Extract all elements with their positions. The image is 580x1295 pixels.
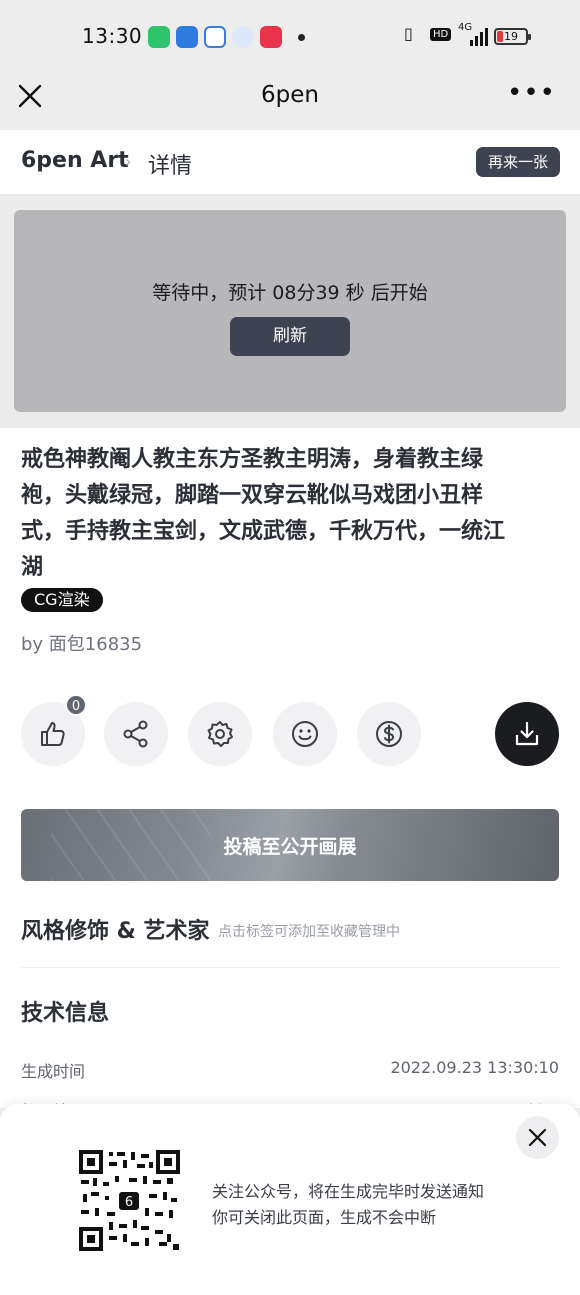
tech-info-title: 技术信息 bbox=[21, 1001, 110, 1026]
breadcrumb-current: 详情 bbox=[148, 154, 193, 179]
author-text[interactable]: by 面包16835 bbox=[21, 630, 142, 656]
created-time-label: 生成时间 bbox=[21, 1062, 86, 1081]
status-bar: 13:30 ▯ HD 4G 19 bbox=[0, 0, 580, 70]
download-icon bbox=[515, 721, 539, 746]
tip-button[interactable] bbox=[357, 702, 421, 766]
breadcrumb: 6pen Art › 详情 再来一张 bbox=[0, 130, 580, 194]
created-time-value: 2022.09.23 13:30:10 bbox=[390, 1058, 559, 1077]
breadcrumb-home-link[interactable]: 6pen Art bbox=[21, 148, 129, 173]
notice-line: 你可关闭此页面，生成不会中断 bbox=[212, 1208, 437, 1227]
close-icon bbox=[528, 1128, 547, 1147]
follow-notice-popup: 6 关注公众号，将在生成完毕时发送通知 你可关闭此页面，生成不会中断 bbox=[0, 1104, 580, 1295]
android-app-icon bbox=[176, 26, 198, 48]
image-area: 等待中，预计 08分39 秒 后开始 刷新 bbox=[0, 194, 580, 428]
style-tag[interactable]: CG渲染 bbox=[21, 588, 103, 612]
battery-icon: 19 bbox=[494, 28, 531, 45]
like-button[interactable]: 0 bbox=[21, 694, 87, 766]
smiley-icon bbox=[292, 721, 318, 747]
divider bbox=[21, 967, 559, 968]
submit-to-gallery-button[interactable]: 投稿至公开画展 bbox=[21, 809, 559, 881]
thumbs-up-icon bbox=[41, 722, 65, 746]
reaction-button[interactable] bbox=[273, 702, 337, 766]
qr-code-icon: 6 bbox=[79, 1150, 180, 1251]
image-placeholder: 等待中，预计 08分39 秒 后开始 刷新 bbox=[14, 210, 566, 412]
settings-icon bbox=[207, 721, 233, 747]
svg-text:6: 6 bbox=[125, 1195, 133, 1210]
hd-badge: HD bbox=[430, 28, 452, 41]
prompt-line: 戒色神教阉人教主东方圣教主明涛，身着教主绿 bbox=[21, 447, 484, 472]
generate-again-button[interactable]: 再来一张 bbox=[476, 147, 560, 177]
style-section-hint: 点击标签可添加至收藏管理中 bbox=[218, 924, 400, 940]
download-button[interactable] bbox=[495, 702, 559, 766]
submit-label: 投稿至公开画展 bbox=[223, 836, 357, 858]
signal-icon bbox=[470, 28, 488, 50]
dollar-icon bbox=[376, 721, 402, 747]
browser-app-icon bbox=[232, 26, 254, 48]
settings-button[interactable] bbox=[188, 702, 252, 766]
prompt-line: 式，手持教主宝剑，文成武德，千秋万代，一统江 bbox=[21, 519, 506, 544]
wait-status-text: 等待中，预计 08分39 秒 后开始 bbox=[152, 282, 428, 304]
share-button[interactable] bbox=[104, 702, 168, 766]
battery-app-icon bbox=[148, 26, 170, 48]
popup-close-button[interactable] bbox=[516, 1116, 559, 1159]
top-nav-bar: 6pen ••• bbox=[0, 70, 580, 130]
more-icon[interactable]: ••• bbox=[507, 80, 556, 106]
status-time: 13:30 bbox=[82, 24, 143, 48]
like-count-badge: 0 bbox=[65, 694, 87, 716]
camera-app-icon bbox=[204, 26, 226, 48]
prompt-text: 戒色神教阉人教主东方圣教主明涛，身着教主绿 袍，头戴绿冠，脚踏一双穿云靴似马戏团… bbox=[21, 442, 536, 586]
detail-content: 戒色神教阉人教主东方圣教主明涛，身着教主绿 袍，头戴绿冠，脚踏一双穿云靴似马戏团… bbox=[0, 428, 580, 1121]
refresh-button[interactable]: 刷新 bbox=[230, 317, 350, 356]
video-app-icon bbox=[260, 26, 282, 48]
vibrate-icon: ▯ bbox=[404, 24, 413, 43]
chevron-right-icon: › bbox=[125, 152, 132, 171]
style-section-title: 风格修饰 & 艺术家 bbox=[21, 919, 210, 944]
prompt-line: 袍，头戴绿冠，脚踏一双穿云靴似马戏团小丑样 bbox=[21, 483, 484, 508]
share-icon bbox=[123, 720, 148, 748]
battery-level: 19 bbox=[504, 30, 518, 43]
notice-line: 关注公众号，将在生成完毕时发送通知 bbox=[212, 1182, 485, 1201]
prompt-line: 湖 bbox=[21, 555, 44, 580]
notification-dot-icon bbox=[298, 34, 305, 41]
page-title: 6pen bbox=[261, 82, 319, 108]
